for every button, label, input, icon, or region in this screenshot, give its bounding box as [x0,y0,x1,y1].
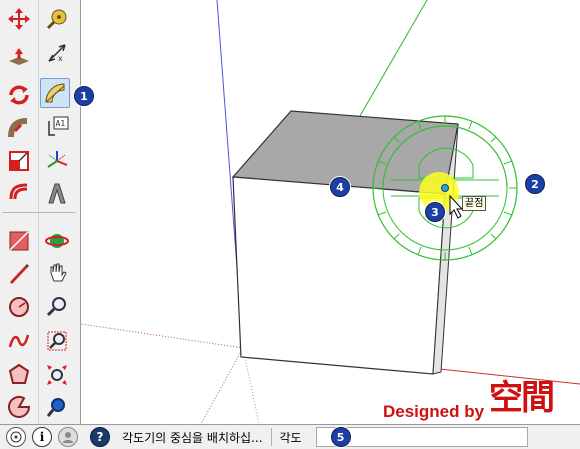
move-icon[interactable] [4,4,34,34]
freehand-pencil-icon[interactable] [4,258,34,288]
rotate-icon[interactable] [4,80,34,110]
green-axis [352,0,428,129]
status-bar: i ? 각도기의 중심을 배치하십... 각도 5 [0,424,580,449]
dimension-icon[interactable]: x [42,38,72,68]
box-front-face [232,176,446,375]
orbit-icon[interactable] [42,226,72,256]
pie-icon[interactable] [4,392,34,422]
polygon-icon[interactable] [4,360,34,390]
credits-info-icon[interactable]: i [32,427,52,447]
status-message: 각도기의 중심을 배치하십... [122,430,263,445]
red-axis-negative [81,323,244,349]
circle-icon[interactable] [4,292,34,322]
tape-measure-icon[interactable] [42,4,72,34]
axes-icon[interactable] [42,146,72,176]
zoom-window-icon[interactable] [42,326,72,356]
measurements-label: 각도 [279,430,302,445]
callout-badge: 2 [525,174,545,194]
push-pull-icon[interactable] [4,42,34,72]
offset-icon[interactable] [4,176,34,206]
pan-icon[interactable] [42,258,72,288]
geo-location-icon[interactable] [6,427,26,447]
inference-tooltip: 끝점 [462,196,487,211]
toolbar: x A1 1 [0,0,94,424]
svg-text:A1: A1 [56,119,66,128]
user-account-icon[interactable] [58,427,78,447]
measurements-input[interactable]: 5 [315,427,528,447]
zoom-icon[interactable] [42,292,72,322]
previous-view-icon[interactable] [42,392,72,422]
3d-text-icon[interactable] [42,178,72,208]
svg-text:x: x [58,54,63,63]
brand-logo-text: 空間 [489,378,555,418]
status-divider [270,428,272,446]
callout-badge: 5 [330,427,351,447]
brand-text: Designed by [383,402,485,421]
drawing-viewport[interactable]: 끝점 2 3 4 Designed by 空間 [81,0,580,424]
text-icon[interactable]: A1 [42,112,72,142]
toolbar-separator [2,212,76,213]
zoom-extents-icon[interactable] [42,360,72,390]
blue-axis-negative [242,347,260,424]
eraser-icon[interactable] [4,226,34,256]
protractor-icon[interactable] [40,78,70,108]
green-axis-negative [200,347,244,424]
arc-icon[interactable] [4,326,34,356]
instructor-help-icon[interactable]: ? [90,427,110,447]
callout-badge: 4 [330,177,350,197]
follow-me-icon[interactable] [4,114,34,144]
scale-icon[interactable] [4,146,34,176]
brand-logo: 空間 [489,376,555,420]
callout-badge: 3 [425,202,445,222]
